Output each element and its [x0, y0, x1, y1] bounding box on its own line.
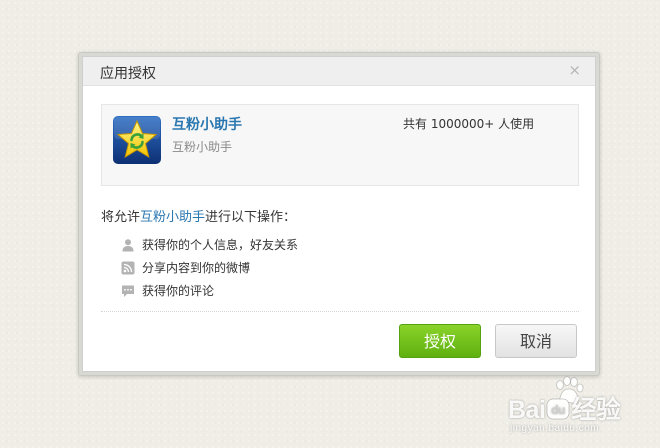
permission-label: 获得你的个人信息，好友关系 [142, 238, 299, 252]
rss-icon [121, 261, 135, 274]
close-icon[interactable]: × [568, 61, 581, 79]
divider [101, 311, 579, 312]
svg-text:du: du [552, 403, 566, 417]
baidu-jingyan-watermark: Bai du 经验 jingyan.baidu.com [508, 376, 654, 442]
watermark-brand: Bai du 经验 [508, 390, 621, 426]
app-subname: 互粉小助手 [172, 140, 233, 154]
permission-item: 分享内容到你的微博 [121, 256, 298, 279]
permission-item: 获得你的评论 [121, 279, 298, 302]
watermark-domain: jingyan.baidu.com [510, 423, 600, 434]
app-info-box: 互粉小助手 互粉小助手 共有 1000000+ 人使用 [101, 104, 579, 186]
dialog-title: 应用授权 [100, 66, 156, 82]
user-icon [122, 238, 134, 251]
dialog-header: 应用授权 × [83, 57, 595, 86]
du-paw-icon: du [547, 398, 570, 420]
permission-label: 分享内容到你的微博 [142, 261, 251, 275]
intro-prefix: 将允许 [101, 210, 141, 225]
authorization-dialog-frame: 应用授权 × 互粉小助手 互粉小助手 共有 1000000+ 人使用 将允许互粉… [78, 52, 600, 376]
authorization-dialog: 应用授权 × 互粉小助手 互粉小助手 共有 1000000+ 人使用 将允许互粉… [82, 56, 596, 372]
app-usage-count: 共有 1000000+ 人使用 [403, 117, 535, 131]
app-name-link[interactable]: 互粉小助手 [172, 114, 242, 134]
watermark-brand-left: Bai [508, 396, 546, 424]
comment-icon [122, 285, 134, 297]
cancel-button[interactable]: 取消 [495, 324, 577, 358]
intro-suffix: 进行以下操作： [205, 210, 297, 225]
authorize-button[interactable]: 授权 [399, 324, 481, 358]
permission-label: 获得你的评论 [142, 284, 215, 298]
permission-list: 获得你的个人信息，好友关系 分享内容到你的微博 获得你的评论 [121, 233, 298, 302]
star-icon [113, 116, 161, 164]
permission-intro: 将允许互粉小助手进行以下操作： [101, 206, 296, 225]
paw-logo-icon [556, 376, 584, 404]
intro-app-link[interactable]: 互粉小助手 [140, 210, 205, 225]
watermark-brand-right: 经验 [571, 396, 621, 424]
permission-item: 获得你的个人信息，好友关系 [121, 233, 298, 256]
